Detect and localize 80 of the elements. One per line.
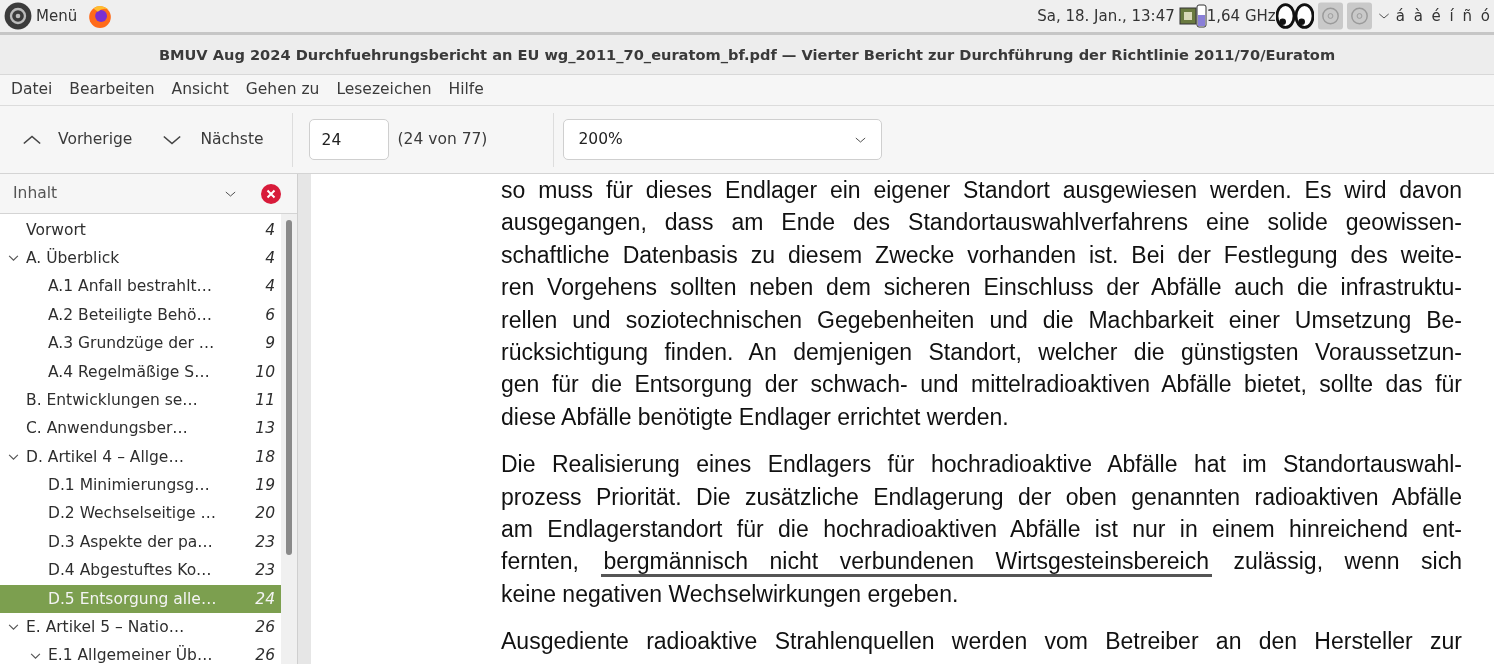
outline-label: D. Artikel 4 – Allge… — [26, 446, 185, 468]
menu-item[interactable]: Lesezeichen — [336, 78, 432, 102]
page-number: 4 — [265, 247, 275, 269]
next-button[interactable]: Nächste — [158, 127, 264, 152]
zoom-dropdown[interactable]: 200% — [563, 119, 883, 160]
page-number: 23 — [255, 531, 275, 553]
menu-logo-icon[interactable] — [4, 2, 32, 30]
outline-item[interactable]: B. Entwicklungen se… 11 — [0, 386, 281, 415]
outline-item[interactable]: D.1 Minimierungsg… 19 — [0, 471, 281, 500]
menu-button[interactable]: Menü — [36, 4, 78, 28]
outline-label: A.1 Anfall bestrahlt… — [48, 276, 214, 298]
outline-label: A.3 Grundzüge der … — [48, 333, 216, 355]
menu-item[interactable]: Gehen zu — [245, 78, 320, 102]
outline-item[interactable]: A.2 Beteiligte Behö… 6 — [0, 301, 281, 330]
chevron-down-icon — [224, 189, 237, 198]
outline-label: D.1 Minimierungsg… — [48, 475, 211, 497]
outline-label: A.2 Beteiligte Behö… — [48, 304, 214, 326]
outline-item[interactable]: D.2 Wechselseitige … 20 — [0, 499, 281, 529]
outline-label: A.4 Regelmäßige S… — [48, 361, 211, 383]
page-number: 10 — [255, 361, 275, 383]
menu-item[interactable]: Datei — [11, 78, 53, 102]
page-number: 24 — [255, 588, 275, 610]
sidebar-title[interactable]: Inhalt — [13, 181, 224, 206]
outline-label: D.5 Entsorgung alle… — [48, 588, 218, 610]
outline-item[interactable]: Vorwort 4 — [0, 216, 281, 245]
outline-item[interactable]: E.1 Allgemeiner Üb… 26 — [0, 641, 281, 664]
outline-item[interactable]: D. Artikel 4 – Allge… 18 — [0, 443, 281, 472]
outline-label: D.4 Abgestuftes Ko… — [48, 560, 213, 582]
paragraph: Ausgediente radioaktive Strahlenquellen werden vom Betreiber an den Hersteller zur — [501, 627, 1462, 657]
paragraph: so muss für dieses Endlager ein eigener Standort ausgewiesen werden. Es wird davon ausgegangen, dass am Ende des Standortauswahlverfahrens eine solide geowissen- schaftliche Datenbasis zu diesem Zwecke vorhanden ist. Bei der Festlegung des weite- ren Vorgehens sollten neben dem sicheren Einschluss der Abfälle auch die infrastruktu- rellen und soziotechnischen Gegebenheiten und die Machbarkeit einer Umsetzung Be- rücksichtigung finden. An demjenigen Standort, welcher die günstigsten Voraussetzun- gen für die Entsorgung der schwach- und mittelradioaktiven Abfälle bietet, sollte das für diese Abfälle benötigte Endlager errichtet werden. — [501, 176, 1462, 432]
clock[interactable]: Sa, 18. Jan., 13:47 — [1037, 4, 1175, 28]
page-number: 26 — [255, 617, 275, 639]
outline-label: D.3 Aspekte der pa… — [48, 531, 214, 553]
page-number: 20 — [255, 503, 275, 525]
chevron-down-icon — [1377, 12, 1390, 20]
chevron-down-icon — [854, 135, 868, 144]
outline-item[interactable]: A. Überblick 4 — [0, 244, 281, 273]
expander-icon[interactable] — [30, 652, 41, 660]
outline-item[interactable]: A.3 Grundzüge der … 9 — [0, 329, 281, 358]
page-number: 4 — [265, 219, 275, 241]
expander-icon[interactable] — [8, 624, 19, 632]
page-number: 23 — [255, 560, 275, 582]
outline-item[interactable]: C. Anwendungsber… 13 — [0, 414, 281, 444]
outline-item[interactable]: A.1 Anfall bestrahlt… 4 — [0, 272, 281, 302]
menu-item[interactable]: Bearbeiten — [69, 78, 155, 102]
outline-item[interactable]: D.4 Abgestuftes Ko… 23 — [0, 556, 281, 586]
cpu-frequency: 1,64 GHz — [1206, 5, 1276, 27]
cpu-monitor-icon — [1178, 4, 1207, 28]
outline-label: E. Artikel 5 – Natio… — [26, 617, 186, 639]
outline-item[interactable]: A.4 Regelmäßige S… 10 — [0, 357, 281, 387]
page-count: (24 von 77) — [397, 128, 488, 150]
outline-label: C. Anwendungsber… — [26, 418, 189, 440]
character-picker[interactable]: á à é í ñ ó — [1395, 4, 1490, 28]
paragraph: Die Realisierung eines Endlagers für hochradioaktive Abfälle hat im Standortauswahl- prozess Priorität. Die zusätzliche Endlagerung der oben genannten radioaktiven Abfälle am Endlagerstandort für die hochradioaktiven Abfälle ist nur in einem hinreichend ent- fernten, bergmännisch nicht verbundenen Wirtsgesteinsbereich zulässig, wenn sich keine negativen Wechselwirkungen ergeben. — [501, 450, 1462, 609]
scrollbar-thumb[interactable] — [286, 220, 292, 555]
page-number: 4 — [265, 276, 275, 298]
menu-item[interactable]: Hilfe — [448, 78, 484, 102]
expander-icon[interactable] — [8, 255, 19, 263]
close-icon[interactable] — [261, 183, 281, 204]
outline-label: A. Überblick — [26, 247, 121, 269]
page-number: 19 — [255, 475, 275, 497]
outline-label: Vorwort — [26, 219, 87, 241]
page-number: 26 — [255, 645, 275, 664]
page-number: 18 — [255, 446, 275, 468]
expander-icon[interactable] — [8, 453, 19, 461]
page-number: 6 — [265, 304, 275, 326]
page-number: 13 — [255, 418, 275, 440]
outline-item[interactable]: E. Artikel 5 – Natio… 26 — [0, 613, 281, 642]
previous-button[interactable]: Vorherige — [18, 127, 133, 152]
page-number: 9 — [265, 333, 275, 355]
browser-icon[interactable] — [87, 3, 114, 29]
outline-label: D.2 Wechselseitige … — [48, 503, 217, 525]
window-title: BMUV Aug 2024 Durchfuehrungsbericht an EU wg_2011_70_euratom_bf.pdf — Vierter Bericht zur Durchführung der Richtlinie 2011/70/Euratom — [158, 44, 1336, 66]
outline-item[interactable]: D.3 Aspekte der pa… 23 — [0, 528, 281, 557]
menu-item[interactable]: Ansicht — [171, 78, 229, 102]
outline-label: B. Entwicklungen se… — [26, 389, 199, 411]
page-number-field[interactable]: 24 — [308, 119, 389, 160]
outline-label: E.1 Allgemeiner Üb… — [48, 644, 214, 664]
eyes-icon — [1275, 3, 1314, 29]
page-number: 11 — [255, 389, 275, 411]
